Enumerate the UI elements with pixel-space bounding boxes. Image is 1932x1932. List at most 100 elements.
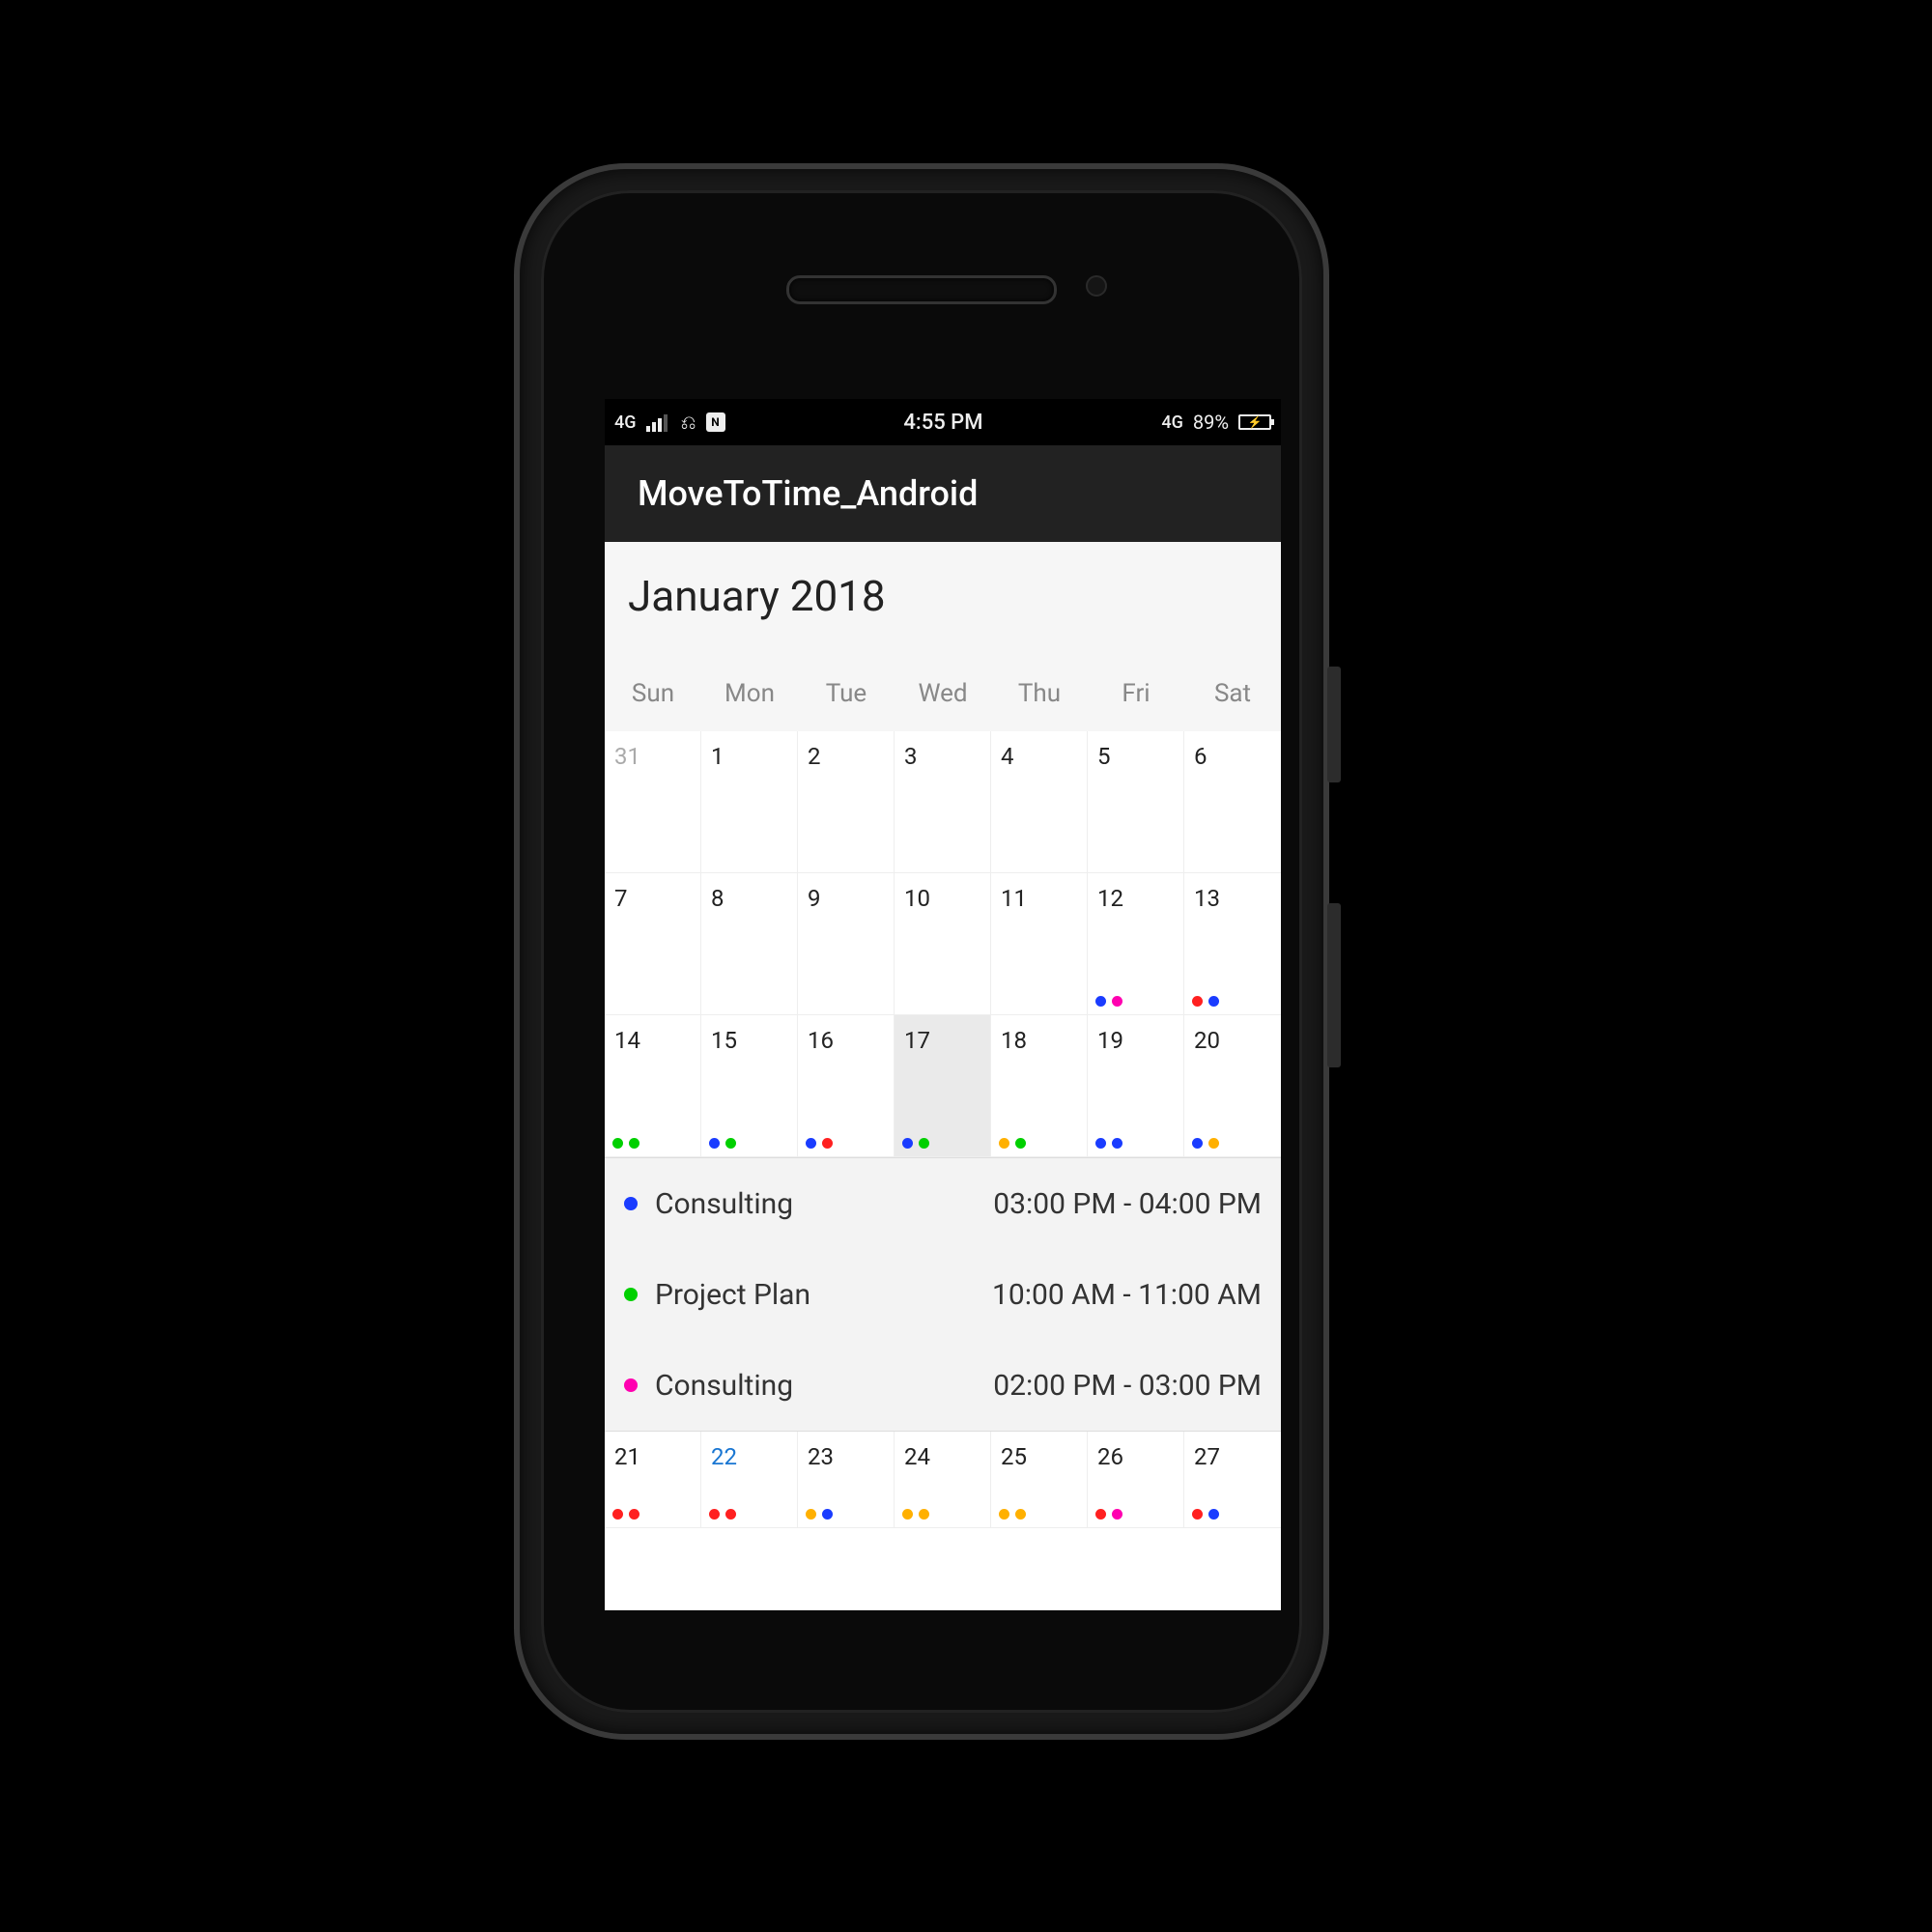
day-number: 27 (1194, 1443, 1220, 1470)
calendar-day-cell[interactable]: 18 (991, 1015, 1088, 1157)
event-dot-icon (725, 1138, 736, 1149)
event-indicators (1095, 1509, 1122, 1520)
agenda-list: Consulting 03:00 PM - 04:00 PM Project Pla… (605, 1157, 1281, 1432)
day-number: 19 (1097, 1027, 1123, 1054)
event-dot-icon (612, 1509, 623, 1520)
dow-label: Thu (991, 679, 1088, 708)
agenda-item[interactable]: Consulting02:00 PM - 03:00 PM (605, 1340, 1281, 1431)
calendar-day-cell[interactable]: 26 (1088, 1432, 1184, 1528)
event-dot-icon (919, 1509, 929, 1520)
event-dot-icon (1112, 996, 1122, 1007)
dow-label: Sun (605, 679, 701, 708)
event-title: Consulting (655, 1369, 793, 1403)
day-number: 14 (614, 1027, 640, 1054)
day-number: 6 (1194, 743, 1208, 770)
event-dot-icon (1192, 1509, 1203, 1520)
dow-label: Wed (895, 679, 991, 708)
battery-icon: ⚡ (1238, 414, 1271, 430)
day-number: 8 (711, 885, 724, 912)
calendar-day-cell[interactable]: 12 (1088, 873, 1184, 1015)
month-title[interactable]: January 2018 (628, 571, 1281, 621)
dow-label: Tue (798, 679, 895, 708)
day-number: 21 (614, 1443, 640, 1470)
calendar-day-cell[interactable]: 6 (1184, 731, 1281, 873)
event-dot-icon (1192, 1138, 1203, 1149)
calendar-day-cell[interactable]: 20 (1184, 1015, 1281, 1157)
event-dot-icon (822, 1509, 833, 1520)
volume-up-button[interactable] (1327, 667, 1341, 782)
day-number: 20 (1194, 1027, 1220, 1054)
calendar-day-cell[interactable]: 2 (798, 731, 895, 873)
calendar-grid: 311234567891011121314151617181920Consult… (605, 731, 1281, 1528)
calendar-day-cell[interactable]: 22 (701, 1432, 798, 1528)
event-dot-icon (709, 1138, 720, 1149)
event-indicators (999, 1138, 1026, 1149)
calendar-day-cell[interactable]: 19 (1088, 1015, 1184, 1157)
day-number: 12 (1097, 885, 1123, 912)
event-dot-icon (919, 1138, 929, 1149)
speaker-grille (786, 275, 1057, 304)
event-indicators (1192, 1509, 1219, 1520)
agenda-item[interactable]: Project Plan 10:00 AM - 11:00 AM (605, 1249, 1281, 1340)
day-number: 22 (711, 1443, 737, 1470)
day-number: 31 (614, 743, 640, 770)
event-dot-icon (1095, 1509, 1106, 1520)
event-color-dot-icon (624, 1197, 638, 1210)
event-time: 10:00 AM - 11:00 AM (992, 1278, 1262, 1312)
event-dot-icon (1095, 996, 1106, 1007)
calendar-day-cell[interactable]: 7 (605, 873, 701, 1015)
event-indicators (902, 1138, 929, 1149)
calendar-day-cell[interactable]: 21 (605, 1432, 701, 1528)
front-camera (1086, 275, 1107, 297)
notification-icon: N (706, 412, 725, 432)
event-dot-icon (902, 1509, 913, 1520)
day-number: 3 (904, 743, 918, 770)
calendar-day-cell[interactable]: 9 (798, 873, 895, 1015)
volume-down-button[interactable] (1327, 903, 1341, 1067)
calendar-day-cell[interactable]: 11 (991, 873, 1088, 1015)
calendar-day-cell[interactable]: 15 (701, 1015, 798, 1157)
dow-label: Fri (1088, 679, 1184, 708)
event-dot-icon (806, 1138, 816, 1149)
day-number: 4 (1001, 743, 1014, 770)
day-number: 7 (614, 885, 628, 912)
event-dot-icon (725, 1509, 736, 1520)
calendar-day-cell[interactable]: 23 (798, 1432, 895, 1528)
event-dot-icon (629, 1138, 639, 1149)
event-indicators (612, 1509, 639, 1520)
calendar-day-cell[interactable]: 17 (895, 1015, 991, 1157)
event-dot-icon (822, 1138, 833, 1149)
calendar-day-cell[interactable]: 25 (991, 1432, 1088, 1528)
calendar-day-cell[interactable]: 3 (895, 731, 991, 873)
calendar-day-cell[interactable]: 1 (701, 731, 798, 873)
calendar-day-cell[interactable]: 4 (991, 731, 1088, 873)
event-indicators (1192, 1138, 1219, 1149)
network-type-secondary-label: 4G (1161, 412, 1183, 433)
agenda-item[interactable]: Consulting 03:00 PM - 04:00 PM (605, 1158, 1281, 1249)
event-indicators (902, 1509, 929, 1520)
calendar-day-cell[interactable]: 24 (895, 1432, 991, 1528)
event-time: 03:00 PM - 04:00 PM (993, 1187, 1262, 1221)
calendar-day-cell[interactable]: 8 (701, 873, 798, 1015)
battery-percent-label: 89% (1193, 411, 1229, 434)
calendar-day-cell[interactable]: 16 (798, 1015, 895, 1157)
event-dot-icon (1208, 1509, 1219, 1520)
event-title: Consulting (655, 1187, 793, 1221)
event-dot-icon (1208, 1138, 1219, 1149)
event-color-dot-icon (624, 1378, 638, 1392)
clock-label: 4:55 PM (903, 411, 982, 435)
calendar-day-cell[interactable]: 14 (605, 1015, 701, 1157)
day-number: 17 (904, 1027, 930, 1054)
event-dot-icon (1015, 1509, 1026, 1520)
calendar-day-cell[interactable]: 27 (1184, 1432, 1281, 1528)
event-title: Project Plan (655, 1278, 810, 1312)
day-number: 9 (808, 885, 821, 912)
event-dot-icon (999, 1509, 1009, 1520)
event-dot-icon (1095, 1138, 1106, 1149)
calendar-day-cell[interactable]: 31 (605, 731, 701, 873)
calendar-day-cell[interactable]: 5 (1088, 731, 1184, 873)
calendar-day-cell[interactable]: 13 (1184, 873, 1281, 1015)
event-dot-icon (1208, 996, 1219, 1007)
event-dot-icon (902, 1138, 913, 1149)
calendar-day-cell[interactable]: 10 (895, 873, 991, 1015)
